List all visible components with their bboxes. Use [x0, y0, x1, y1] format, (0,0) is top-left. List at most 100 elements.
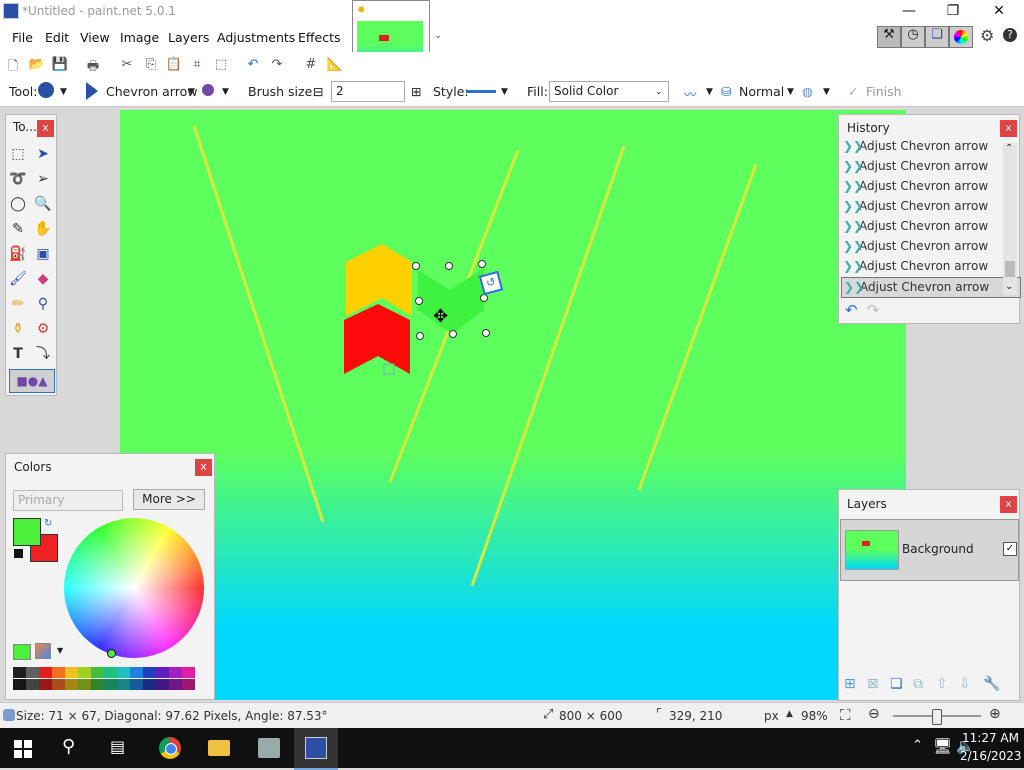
handle-bottom-right[interactable] [482, 329, 490, 337]
canvas-drawing[interactable] [120, 110, 906, 700]
zoom-in-icon[interactable]: ⊕ [989, 706, 1001, 722]
help-icon[interactable]: ? [1003, 28, 1017, 42]
brush-decrease-icon[interactable]: ⊟ [313, 84, 323, 99]
eraser-icon[interactable]: ◆ [32, 268, 54, 290]
tools-toggle-icon[interactable]: ⚒ [877, 26, 901, 48]
palette-swatch[interactable] [143, 679, 156, 690]
draw-mode-dropdown-icon[interactable]: ▼ [222, 87, 229, 97]
copy-icon[interactable]: ⎘ [142, 57, 160, 73]
tools-close-button[interactable]: x [37, 120, 54, 137]
history-redo-icon[interactable]: ↷ [867, 301, 880, 319]
menu-adjustments[interactable]: Adjustments [217, 30, 295, 45]
history-item[interactable]: ❯❯ Adjust Chevron arrow [841, 257, 1019, 276]
recolor-icon[interactable]: ⚙ [32, 318, 54, 340]
paintnet-taskbar-icon[interactable] [294, 728, 338, 770]
colors-close-button[interactable]: x [195, 459, 212, 476]
file-explorer-icon[interactable] [208, 740, 230, 756]
fill-mode-select[interactable]: Solid Color [549, 81, 669, 102]
zoom-out-icon[interactable]: ⊖ [868, 706, 880, 722]
history-scroll-thumb[interactable] [1005, 261, 1015, 277]
color-wheel-marker[interactable] [107, 649, 116, 658]
palette-swatch[interactable] [13, 679, 26, 690]
rectangle-select-icon[interactable]: ⬚ [7, 143, 29, 165]
lasso-select-icon[interactable]: ➰ [7, 168, 29, 190]
palette-swatch[interactable] [117, 679, 130, 690]
handle-bottom-left[interactable] [416, 332, 424, 340]
undo-icon[interactable]: ↶ [244, 57, 262, 73]
palette-swatch[interactable] [39, 679, 52, 690]
pan-hand-icon[interactable]: ✋ [32, 218, 54, 240]
palette-swatch[interactable] [52, 679, 65, 690]
duplicate-layer-icon[interactable]: ❏ [890, 676, 903, 692]
palette-swatch[interactable] [78, 679, 91, 690]
palette-swatch[interactable] [169, 667, 182, 678]
history-item[interactable]: ❯❯ Adjust Chevron arrow [841, 237, 1019, 256]
reset-colors-icon[interactable] [13, 548, 24, 559]
history-item[interactable]: ❯❯ Adjust Chevron arrow [841, 177, 1019, 196]
restore-button[interactable]: ❐ [930, 0, 976, 22]
image-canvas[interactable]: ↺ ✥ [120, 110, 906, 700]
tray-chevron-icon[interactable]: ⌃ [912, 738, 923, 753]
menu-image[interactable]: Image [120, 30, 159, 45]
current-tool-icon[interactable] [38, 82, 54, 98]
merge-layer-icon[interactable]: ⧉ [913, 676, 923, 692]
palette-swatch[interactable] [130, 679, 143, 690]
grid-icon[interactable]: # [302, 57, 320, 73]
swap-colors-icon[interactable]: ↻ [44, 518, 52, 529]
palette-swatch[interactable] [13, 667, 26, 678]
handle-top[interactable] [445, 262, 453, 270]
menu-view[interactable]: View [80, 30, 110, 45]
zoom-level[interactable]: 98% [801, 709, 828, 723]
palette-swatch[interactable] [143, 667, 156, 678]
handle-top-right[interactable] [478, 260, 486, 268]
zoom-slider-thumb[interactable] [932, 709, 942, 725]
history-item[interactable]: ❯❯ Adjust Chevron arrow [841, 137, 1019, 156]
ellipse-select-icon[interactable]: ◯ [7, 193, 29, 215]
history-scroll-down-icon[interactable]: ⌄ [1005, 281, 1013, 292]
shape-type-selector[interactable]: Chevron arrow [106, 84, 197, 99]
paintbrush-icon[interactable]: 🖌 [7, 268, 29, 290]
app-pinned-icon[interactable] [258, 738, 280, 758]
zoom-icon[interactable]: 🔍 [32, 193, 54, 215]
selection-clip-dropdown-icon[interactable]: ▼ [823, 87, 830, 97]
color-mode-select[interactable]: Primary [13, 490, 123, 511]
menu-layers[interactable]: Layers [168, 30, 209, 45]
minimize-button[interactable]: — [886, 0, 932, 22]
delete-layer-icon[interactable]: ⊠ [867, 676, 879, 692]
unit-dropdown-icon[interactable]: ▲ [786, 709, 793, 719]
line-style-selector[interactable] [466, 90, 496, 93]
menu-file[interactable]: File [12, 30, 33, 45]
palette-swatch[interactable] [104, 667, 117, 678]
finish-button[interactable]: Finish [866, 84, 902, 99]
palette-swatch[interactable] [169, 679, 182, 690]
color-wheel[interactable] [64, 518, 204, 658]
pencil-icon[interactable]: ✏ [7, 293, 29, 315]
antialias-dropdown-icon[interactable]: ▼ [706, 87, 713, 97]
handle-left-mid[interactable] [415, 297, 423, 305]
selection-clip-icon[interactable]: ◍ [802, 84, 813, 99]
open-file-icon[interactable]: 📂 [28, 57, 46, 73]
magic-wand-icon[interactable]: ✎ [7, 218, 29, 240]
move-layer-up-icon[interactable]: ⇧ [936, 676, 948, 692]
gradient-icon[interactable]: ▣ [32, 243, 54, 265]
task-view-icon[interactable]: ▤ [110, 737, 125, 756]
palette-swatch[interactable] [65, 679, 78, 690]
draw-mode-icon[interactable] [202, 84, 214, 96]
print-icon[interactable]: 🖶 [84, 57, 102, 74]
ruler-icon[interactable]: 📐 [326, 57, 344, 73]
palette-swatch[interactable] [78, 667, 91, 678]
save-icon[interactable]: 💾 [51, 57, 69, 73]
menu-edit[interactable]: Edit [45, 30, 69, 45]
style-dropdown-icon[interactable]: ▼ [501, 87, 508, 97]
handle-bottom[interactable] [449, 330, 457, 338]
palette-swatch[interactable] [26, 667, 39, 678]
palette-swatch[interactable] [156, 679, 169, 690]
brush-size-input[interactable]: 2 [331, 81, 405, 102]
primary-color-swatch[interactable] [13, 518, 41, 546]
layer-visibility-checkbox[interactable]: ✓ [1003, 542, 1017, 556]
history-item[interactable]: ❯❯ Adjust Chevron arrow [841, 157, 1019, 176]
layers-toggle-icon[interactable]: ❏ [925, 26, 949, 48]
layers-close-button[interactable]: x [1000, 496, 1017, 513]
network-icon[interactable]: 🖥 [933, 737, 952, 755]
blend-dropdown-icon[interactable]: ▼ [787, 87, 794, 97]
